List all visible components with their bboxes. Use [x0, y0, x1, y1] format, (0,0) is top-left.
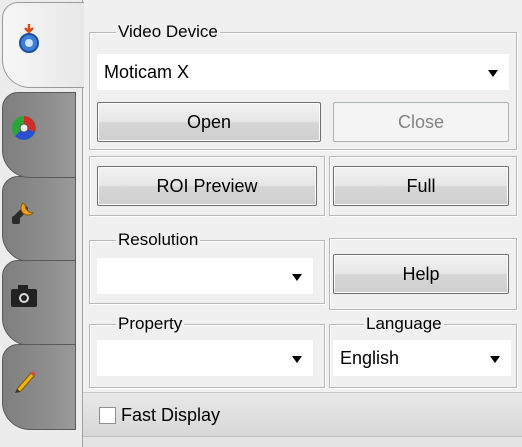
- property-select[interactable]: [97, 340, 313, 376]
- video-device-legend: Video Device: [116, 22, 220, 42]
- vertical-tab-strip: [0, 0, 84, 447]
- tab-color[interactable]: [2, 92, 76, 178]
- property-legend: Property: [116, 314, 185, 334]
- bottom-strip: [83, 436, 522, 447]
- close-button[interactable]: Close: [333, 102, 509, 142]
- tools-icon: [12, 202, 34, 224]
- roi-preview-button[interactable]: ROI Preview: [97, 166, 317, 206]
- help-button[interactable]: Help: [333, 254, 509, 294]
- chevron-down-icon: [488, 70, 498, 77]
- video-device-value: Moticam X: [104, 62, 190, 82]
- fast-display-checkbox[interactable]: [99, 407, 116, 424]
- language-select[interactable]: English: [333, 340, 511, 376]
- capture-settings-icon: [18, 24, 39, 53]
- pencil-icon: [15, 371, 36, 393]
- chevron-down-icon: [292, 356, 302, 363]
- tab-snapshot[interactable]: [2, 260, 76, 346]
- settings-panel: Video Device Moticam X Open Close ROI Pr…: [82, 0, 522, 447]
- fast-display-row: Fast Display: [83, 392, 522, 436]
- camera-icon: [11, 285, 37, 307]
- language-value: English: [340, 348, 400, 368]
- tab-annotate[interactable]: [2, 344, 76, 430]
- resolution-select[interactable]: [97, 258, 313, 294]
- tab-capture-settings[interactable]: [2, 2, 84, 88]
- resolution-legend: Resolution: [116, 230, 201, 250]
- video-device-select[interactable]: Moticam X: [97, 54, 509, 90]
- chevron-down-icon: [490, 356, 500, 363]
- fast-display-label[interactable]: Fast Display: [121, 405, 220, 426]
- open-button[interactable]: Open: [97, 102, 321, 142]
- full-button[interactable]: Full: [333, 166, 509, 206]
- tab-tools[interactable]: [2, 176, 76, 262]
- color-wheel-icon: [12, 116, 36, 140]
- chevron-down-icon: [292, 274, 302, 281]
- language-legend: Language: [364, 314, 444, 334]
